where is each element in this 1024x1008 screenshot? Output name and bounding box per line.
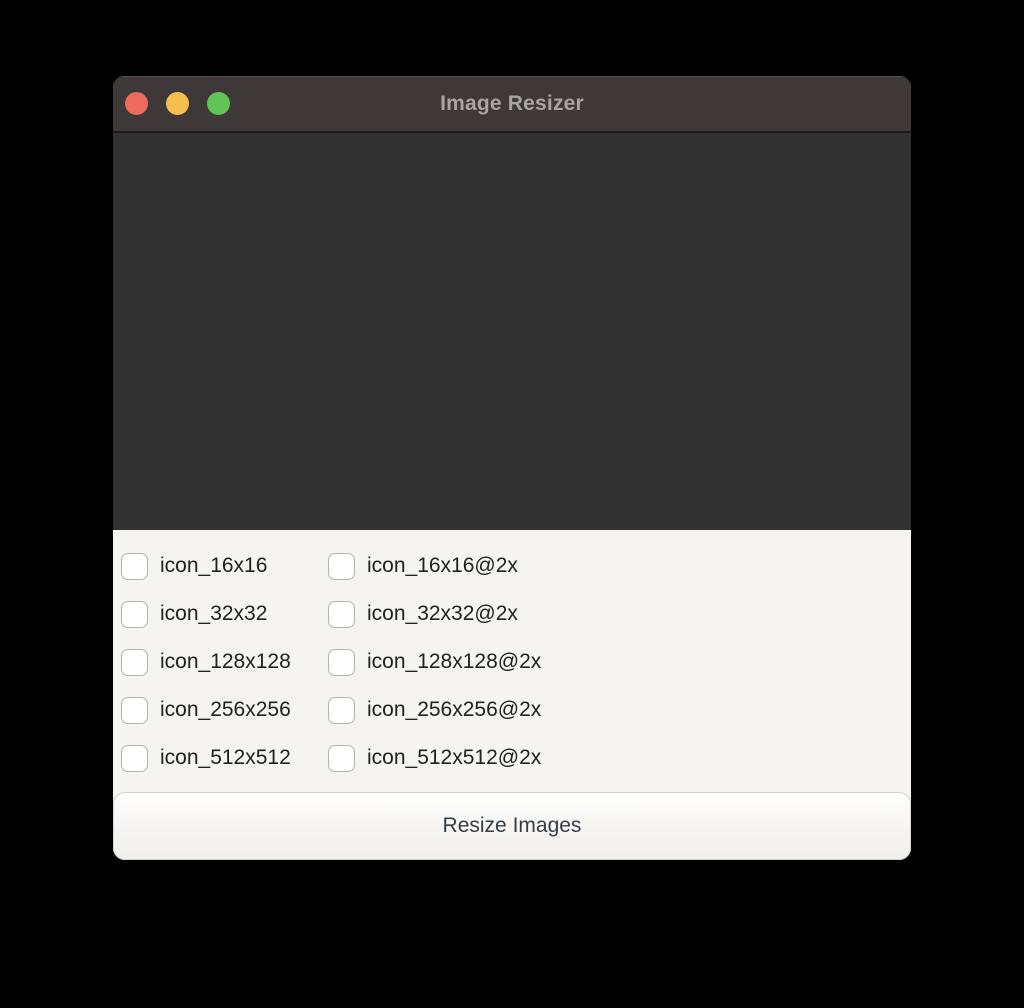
option-row: icon_16x16@2x: [328, 552, 911, 580]
size-checkbox[interactable]: [121, 696, 148, 724]
resize-images-button[interactable]: Resize Images: [113, 792, 911, 860]
size-checkbox[interactable]: [121, 744, 148, 772]
option-label: icon_16x16: [160, 554, 268, 577]
close-button[interactable]: [125, 92, 148, 115]
option-row: icon_512x512: [121, 744, 328, 772]
option-row: icon_128x128@2x: [328, 648, 911, 676]
size-checkbox[interactable]: [328, 696, 355, 724]
image-drop-zone[interactable]: [113, 133, 911, 530]
option-row: icon_32x32@2x: [328, 600, 911, 628]
options-panel: icon_16x16 icon_16x16@2x icon_32x32 icon…: [113, 530, 911, 860]
option-row: icon_256x256: [121, 696, 328, 724]
size-checkbox[interactable]: [328, 600, 355, 628]
size-checkbox[interactable]: [328, 552, 355, 580]
option-label: icon_256x256: [160, 698, 291, 721]
size-checkbox[interactable]: [328, 648, 355, 676]
window-title: Image Resizer: [440, 91, 584, 115]
titlebar: Image Resizer: [113, 76, 911, 133]
option-label: icon_16x16@2x: [367, 554, 518, 577]
option-row: icon_128x128: [121, 648, 328, 676]
option-label: icon_512x512: [160, 746, 291, 769]
option-label: icon_256x256@2x: [367, 698, 542, 721]
option-label: icon_512x512@2x: [367, 746, 542, 769]
app-window: Image Resizer icon_16x16 icon_16x16@2x i…: [113, 76, 911, 860]
size-checkbox[interactable]: [328, 744, 355, 772]
option-row: icon_16x16: [121, 552, 328, 580]
size-checkbox[interactable]: [121, 648, 148, 676]
option-row: icon_32x32: [121, 600, 328, 628]
size-checkbox[interactable]: [121, 600, 148, 628]
zoom-button[interactable]: [207, 92, 230, 115]
option-label: icon_32x32: [160, 602, 268, 625]
option-row: icon_512x512@2x: [328, 744, 911, 772]
option-label: icon_128x128: [160, 650, 291, 673]
minimize-button[interactable]: [166, 92, 189, 115]
option-label: icon_128x128@2x: [367, 650, 542, 673]
option-row: icon_256x256@2x: [328, 696, 911, 724]
options-grid: icon_16x16 icon_16x16@2x icon_32x32 icon…: [113, 530, 911, 772]
size-checkbox[interactable]: [121, 552, 148, 580]
traffic-lights: [125, 76, 230, 131]
option-label: icon_32x32@2x: [367, 602, 518, 625]
